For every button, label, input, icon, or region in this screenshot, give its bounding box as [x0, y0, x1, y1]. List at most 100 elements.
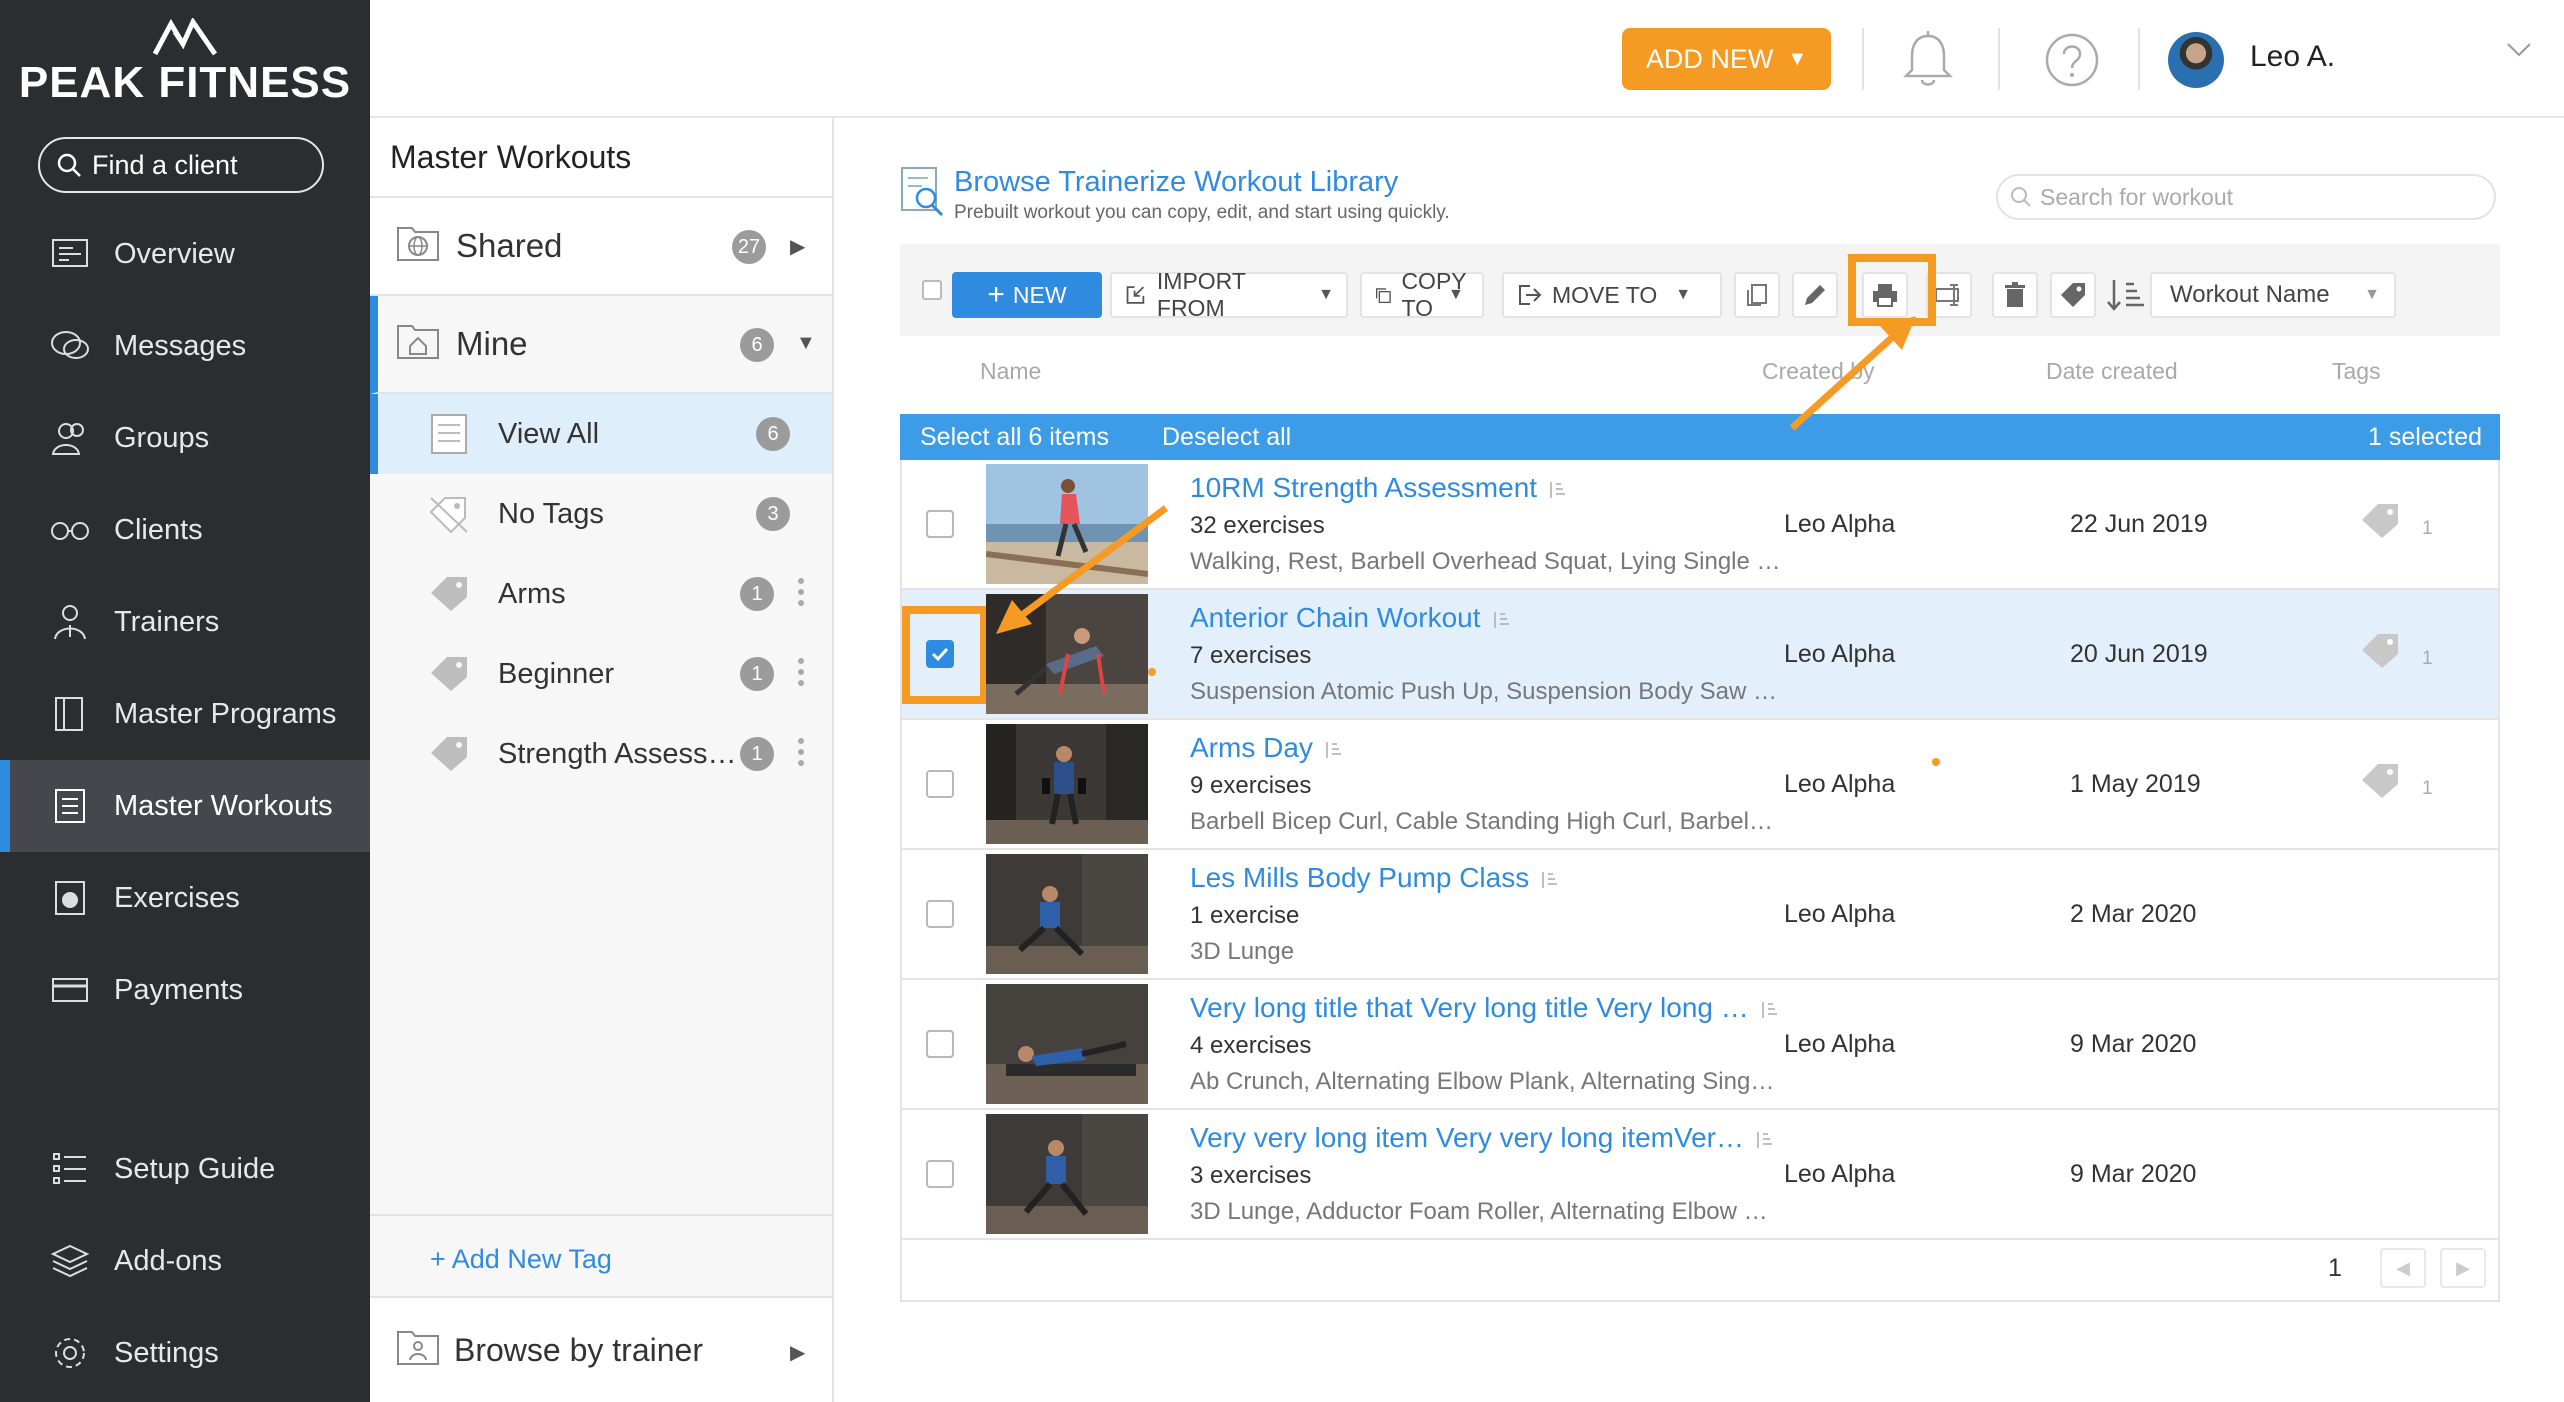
sidebar-item-setup-guide[interactable]: Setup Guide	[0, 1123, 370, 1215]
mountain-logo-icon	[153, 18, 217, 56]
tag-no-tags[interactable]: No Tags 3	[370, 474, 832, 554]
home-folder-icon	[396, 320, 440, 368]
caret-right-icon: ▶	[790, 1342, 806, 1364]
trainer-folder-icon	[396, 1326, 440, 1374]
count-badge: 6	[756, 417, 790, 451]
annotation-arrows	[996, 316, 1916, 634]
tag-label: Beginner	[498, 657, 615, 690]
search-icon	[57, 153, 81, 177]
settings-icon	[50, 1333, 90, 1373]
add-new-tag-link[interactable]: + Add New Tag	[370, 1214, 832, 1275]
sidebar-item-label: Master Programs	[114, 697, 337, 730]
tag-beginner[interactable]: Beginner 1	[370, 634, 832, 714]
workouts-folder-panel: Master Workouts Shared 27 ▶ Mine 6 ▼ Vie…	[370, 118, 834, 1402]
tag-label: Arms	[498, 577, 566, 610]
sidebar-item-label: Settings	[114, 1336, 219, 1369]
sidebar-item-trainers[interactable]: Trainers	[0, 576, 370, 668]
count-badge: 3	[756, 497, 790, 531]
list-icon	[426, 413, 472, 455]
annotation-dot	[1148, 668, 1156, 676]
brand-name: PEAK FITNESS	[18, 58, 352, 107]
sidebar-item-label: Master Workouts	[114, 789, 333, 822]
arrow-to-checkbox	[996, 505, 1169, 634]
sidebar-item-master-programs[interactable]: Master Programs	[0, 668, 370, 760]
browse-by-trainer[interactable]: Browse by trainer ▶	[370, 1296, 832, 1402]
sidebar-item-exercises[interactable]: Exercises	[0, 852, 370, 944]
caret-down-icon: ▼	[1787, 47, 1808, 70]
sidebar-item-label: Clients	[114, 513, 203, 546]
exercises-icon	[50, 878, 90, 918]
setup-guide-icon	[50, 1149, 90, 1189]
sidebar-nav: Overview Messages Groups Clients Trainer…	[0, 208, 370, 1036]
folder-mine[interactable]: Mine 6 ▼	[370, 296, 832, 394]
more-options-icon[interactable]	[798, 658, 804, 691]
user-name[interactable]: Leo A.	[2250, 40, 2335, 74]
panel-title: Master Workouts	[370, 118, 832, 198]
header-divider	[1862, 28, 1864, 90]
sidebar-item-label: Setup Guide	[114, 1152, 276, 1185]
addons-icon	[50, 1241, 90, 1281]
sidebar-item-label: Trainers	[114, 605, 220, 638]
count-badge: 1	[740, 577, 774, 611]
caret-right-icon[interactable]: ▶	[790, 234, 805, 259]
add-new-button[interactable]: ADD NEW ▼	[1622, 28, 1831, 90]
notification-bell-icon[interactable]	[1900, 30, 1956, 95]
annotation-dot	[1932, 758, 1940, 766]
overview-icon	[50, 234, 90, 274]
folder-label: Mine	[456, 325, 528, 362]
workouts-icon	[50, 786, 90, 826]
sidebar-item-payments[interactable]: Payments	[0, 944, 370, 1036]
tag-label: View All	[498, 417, 600, 450]
more-options-icon[interactable]	[798, 578, 804, 611]
add-new-label: ADD NEW	[1645, 43, 1774, 74]
sidebar-item-label: Add-ons	[114, 1244, 223, 1277]
folder-label: Shared	[456, 227, 563, 264]
payments-icon	[50, 970, 90, 1010]
tag-label: No Tags	[498, 497, 604, 530]
clients-icon	[50, 510, 90, 550]
sidebar-item-addons[interactable]: Add-ons	[0, 1215, 370, 1307]
count-badge: 27	[732, 230, 766, 264]
browse-trainer-label: Browse by trainer	[454, 1331, 703, 1368]
top-header: ADD NEW ▼ Leo A.	[370, 0, 2564, 118]
sidebar-item-master-workouts[interactable]: Master Workouts	[0, 760, 370, 852]
tag-view-all[interactable]: View All 6	[370, 394, 832, 474]
find-client-placeholder: Find a client	[92, 149, 238, 180]
arrow-to-print-icon	[1789, 316, 1916, 431]
sidebar-item-label: Exercises	[114, 881, 240, 914]
sidebar-item-label: Groups	[114, 421, 210, 454]
messages-icon	[50, 326, 90, 366]
sidebar-item-overview[interactable]: Overview	[0, 208, 370, 300]
globe-folder-icon	[396, 222, 440, 270]
sidebar-item-settings[interactable]: Settings	[0, 1307, 370, 1399]
sidebar-item-messages[interactable]: Messages	[0, 300, 370, 392]
count-badge: 1	[740, 657, 774, 691]
more-options-icon[interactable]	[798, 738, 804, 771]
groups-icon	[50, 418, 90, 458]
sidebar-item-label: Overview	[114, 237, 235, 270]
tag-label: Strength Assess…	[498, 737, 737, 770]
count-badge: 1	[740, 737, 774, 771]
sidebar-item-clients[interactable]: Clients	[0, 484, 370, 576]
folder-shared[interactable]: Shared 27 ▶	[370, 198, 832, 296]
sidebar-item-groups[interactable]: Groups	[0, 392, 370, 484]
help-icon[interactable]	[2044, 32, 2100, 93]
sidebar-item-label: Messages	[114, 329, 247, 362]
tag-arms[interactable]: Arms 1	[370, 554, 832, 634]
main-content: Browse Trainerize Workout Library Prebui…	[836, 118, 2564, 1402]
brand-logo[interactable]: PEAK FITNESS	[0, 18, 370, 108]
sidebar-bottom-nav: Setup Guide Add-ons Settings	[0, 1123, 370, 1399]
find-client-search[interactable]: Find a client	[38, 137, 324, 193]
sidebar-item-label: Payments	[114, 973, 243, 1006]
avatar[interactable]	[2168, 32, 2224, 88]
main-sidebar: PEAK FITNESS Find a client Overview Mess…	[0, 0, 370, 1402]
tag-icon	[426, 575, 472, 613]
trainers-icon	[50, 602, 90, 642]
header-divider	[1998, 28, 2000, 90]
tag-strength-assessment[interactable]: Strength Assess… 1	[370, 714, 832, 794]
chevron-down-icon[interactable]	[2506, 42, 2532, 63]
tag-icon	[426, 735, 472, 773]
tag-icon	[426, 655, 472, 693]
caret-down-icon[interactable]: ▼	[796, 332, 816, 355]
programs-icon	[50, 694, 90, 734]
